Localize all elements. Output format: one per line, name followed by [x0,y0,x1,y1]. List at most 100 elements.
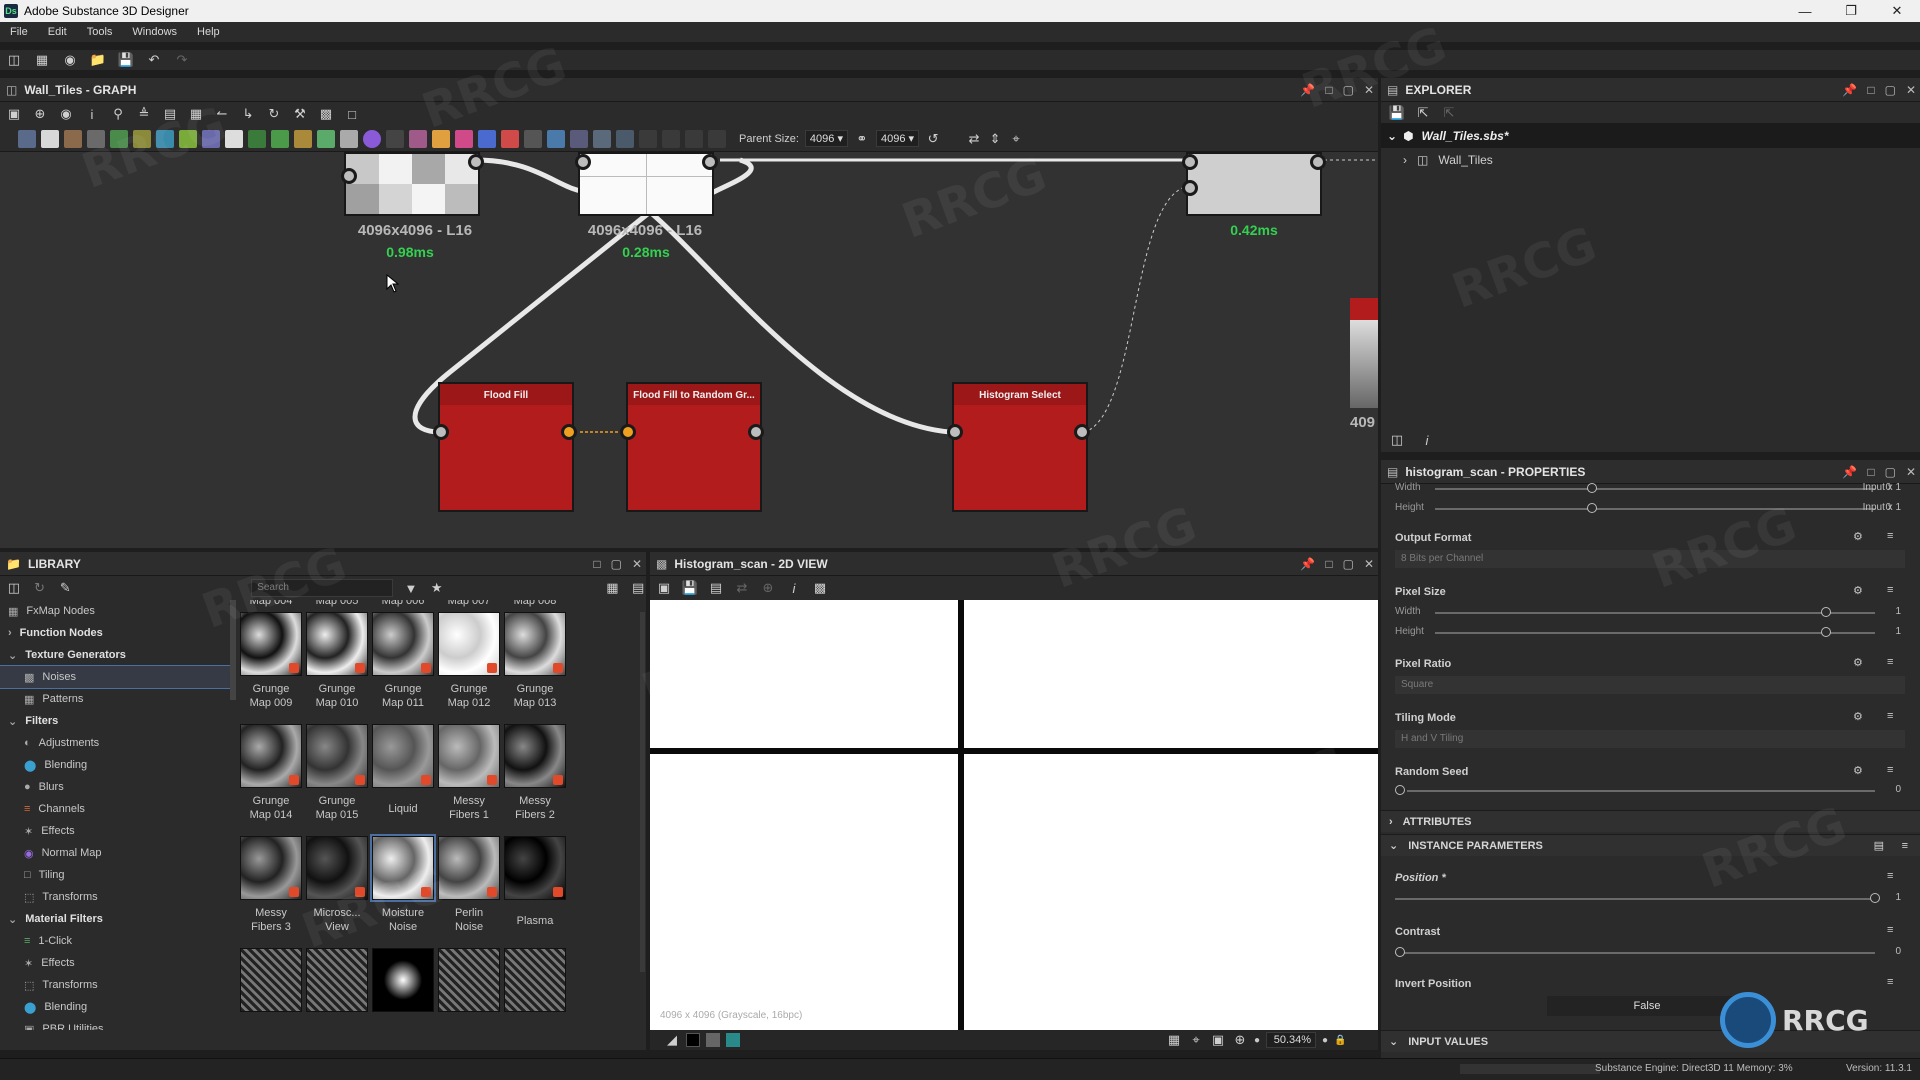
reset-view-icon[interactable]: ⊕ [1232,1032,1248,1048]
link-size-icon[interactable]: ⚭ [854,131,870,147]
float-icon[interactable]: □ [1325,83,1332,97]
save-package-icon[interactable]: 💾 [1389,105,1405,121]
publish-icon[interactable]: ⇱ [1441,105,1457,121]
new-substance-icon[interactable]: ◉ [62,52,78,68]
library-search-input[interactable]: Search [251,579,394,597]
node-output-port[interactable] [561,424,577,440]
gradient-map-icon[interactable] [294,129,312,148]
node-output-port[interactable] [1074,424,1090,440]
node-input-port[interactable] [433,424,449,440]
image-node-icon[interactable] [18,129,36,148]
inherit-icon[interactable]: ⚙ [1853,764,1863,777]
library-item[interactable] [306,948,368,1012]
close-panel-icon[interactable]: ✕ [632,557,642,571]
library-item[interactable] [438,948,500,1012]
hsl-node-icon[interactable] [317,129,335,148]
pin-icon[interactable]: 📌 [1300,557,1315,571]
maximize-icon[interactable]: ▢ [1885,83,1896,97]
dot-node-icon[interactable] [685,129,703,148]
library-tree-item[interactable]: ⌄ Material Filters [0,908,236,930]
library-item[interactable] [370,834,436,902]
position-track[interactable] [1395,898,1875,900]
library-item[interactable] [306,724,368,788]
tree-item-package[interactable]: ⌄ ⬢ Wall_Tiles.sbs* [1381,124,1920,148]
maximize-icon[interactable]: ▢ [1885,465,1896,479]
save-image-icon[interactable]: 💾 [682,580,698,596]
library-item[interactable] [240,612,302,676]
background-black-swatch[interactable] [686,1033,700,1047]
frame-all-icon[interactable]: ▣ [6,106,22,122]
redo-icon[interactable]: ↷ [174,52,190,68]
attributes-group[interactable]: › ATTRIBUTES [1381,810,1920,832]
library-tree-item[interactable]: ▦ Patterns [0,688,236,710]
float-icon[interactable]: □ [1867,465,1874,479]
undo-icon[interactable]: ↶ [146,52,162,68]
grid-icon[interactable]: ▦ [188,106,204,122]
library-tree-item[interactable]: ⬚ Transforms [0,886,236,908]
node-input-port[interactable] [575,154,591,170]
library-item[interactable] [438,612,500,676]
node-flood-fill[interactable]: Flood Fill [438,382,574,512]
noise-node-icon[interactable] [386,129,404,148]
copy-icon[interactable]: ▤ [708,580,724,596]
library-tree-item[interactable]: □ Tiling [0,864,236,886]
pixel-height-track[interactable] [1435,632,1875,634]
gradient-node-icon[interactable] [179,129,197,148]
float-icon[interactable]: □ [1325,557,1332,571]
pixel-processor-icon[interactable] [524,129,542,148]
uniform-color-icon[interactable] [41,129,59,148]
library-grid-scrollbar[interactable] [640,612,645,972]
channels-icon[interactable]: ◢ [664,1032,680,1048]
new-graph-icon[interactable]: ◫ [6,52,22,68]
node-input-port[interactable] [947,424,963,440]
crop-icon[interactable]: ⌖ [1008,131,1024,147]
histogram-icon[interactable]: ▩ [812,580,828,596]
blur-node-icon[interactable] [156,129,174,148]
node-flood-fill-random-gray[interactable]: Flood Fill to Random Gr... [626,382,762,512]
pixel-ratio-dropdown[interactable]: Square [1395,676,1905,694]
node-input-port[interactable] [341,168,357,184]
filter-icon[interactable]: ▼ [403,580,419,596]
library-tree-item[interactable]: ⌄ Filters [0,710,236,732]
inherit-icon[interactable]: ⚙ [1853,656,1863,669]
menu-icon[interactable]: ≡ [1887,710,1893,722]
inherit-icon[interactable]: ⚙ [1853,584,1863,597]
maximize-icon[interactable]: ▢ [1343,83,1354,97]
partial-height-knob[interactable] [1587,503,1597,513]
snapshot-icon[interactable]: ▩ [318,106,334,122]
graph-node-white[interactable] [578,152,714,216]
library-tree-item[interactable]: ◉ Normal Map [0,842,236,864]
menu-icon[interactable]: ≡ [1887,656,1893,668]
contrast-knob[interactable] [1395,947,1405,957]
fxmap-node-icon[interactable] [409,129,427,148]
library-item[interactable] [372,724,434,788]
edit-icon[interactable]: ✎ [57,580,73,596]
levels-node-icon[interactable] [133,129,151,148]
blend-node-icon[interactable] [64,129,82,148]
zoom-minus-icon[interactable]: ● [1254,1035,1260,1046]
lock-icon[interactable]: 🔒 [1334,1035,1346,1046]
library-tree-item[interactable]: ▦ FxMap Nodes [0,600,236,622]
warning-node-icon[interactable] [432,129,450,148]
menu-icon[interactable]: ≡ [1887,924,1893,936]
zoom-level[interactable]: 50.34% [1266,1032,1317,1048]
pixel-width-track[interactable] [1435,612,1875,614]
list-view-icon[interactable]: ▤ [630,580,646,596]
info-icon[interactable]: i [84,106,100,122]
library-tree-item[interactable]: ⬚ Transforms [0,974,236,996]
library-item[interactable] [240,836,302,900]
menu-icon[interactable]: ≡ [1887,976,1893,988]
export-icon[interactable]: ⇱ [1415,105,1431,121]
shape-node-icon[interactable] [271,129,289,148]
library-tree-item[interactable]: ✶ Effects [0,820,236,842]
output-format-dropdown[interactable]: 8 Bits per Channel [1395,550,1905,568]
input-node-icon[interactable] [570,129,588,148]
tree-icon[interactable]: ◫ [1389,432,1405,448]
menu-icon[interactable]: ≡ [1887,764,1893,776]
favorite-icon[interactable]: ★ [429,580,445,596]
tiling-toggle-icon[interactable]: ⌖ [1188,1032,1204,1048]
info-icon[interactable]: i [1419,432,1435,448]
library-item[interactable] [240,724,302,788]
menu-file[interactable]: File [10,26,28,38]
library-item[interactable] [504,948,566,1012]
